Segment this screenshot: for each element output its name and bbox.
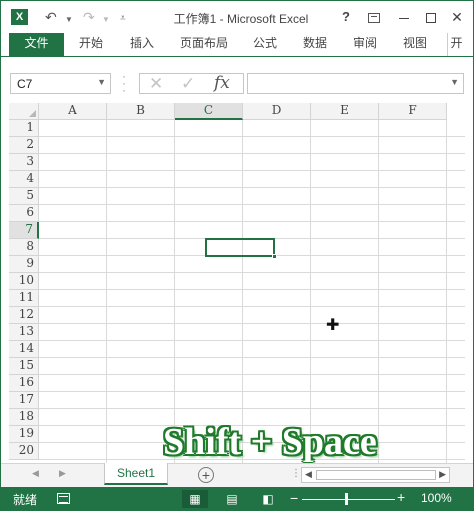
active-cell-c7[interactable] [205, 238, 277, 259]
page-layout-view-button[interactable]: ▤ [219, 490, 245, 508]
ribbon-display-options-button[interactable] [362, 6, 386, 28]
row-header-16[interactable]: 16 [9, 375, 39, 392]
row-header-4[interactable]: 4 [9, 171, 39, 188]
column-header-e[interactable]: E [311, 103, 379, 120]
expand-formula-bar-icon[interactable]: ▼ [450, 77, 459, 87]
customize-quick-access-icon[interactable]: ⩡ [120, 10, 126, 28]
row-header-17[interactable]: 17 [9, 392, 39, 409]
row-header-18[interactable]: 18 [9, 409, 39, 426]
tab-file[interactable]: 文件 [9, 33, 64, 56]
zoom-in-icon[interactable]: + [397, 489, 405, 505]
row-header-15[interactable]: 15 [9, 358, 39, 375]
tab-home[interactable]: 开始 [74, 33, 108, 56]
scroll-right-icon[interactable]: ▶ [439, 469, 446, 480]
row-header-14[interactable]: 14 [9, 341, 39, 358]
previous-sheet-icon[interactable]: ◀ [32, 468, 39, 479]
column-header-d[interactable]: D [243, 103, 311, 120]
ribbon-tabs: 文件 开始 插入 页面布局 公式 数据 审阅 视图 开 [1, 33, 473, 56]
row-header-20[interactable]: 20 [9, 443, 39, 460]
undo-dropdown-icon[interactable]: ▼ [65, 11, 73, 29]
macro-recording-icon[interactable] [57, 493, 70, 504]
sheet-bar-resize-handle[interactable]: ⋮ [291, 468, 301, 479]
zoom-level[interactable]: 100% [421, 491, 452, 505]
horizontal-scroll-thumb[interactable] [316, 470, 436, 480]
close-icon: ✕ [451, 9, 463, 25]
horizontal-scrollbar[interactable]: ◀ ▶ [301, 467, 450, 483]
ribbon-options-icon [368, 13, 380, 23]
select-all-button[interactable] [9, 103, 39, 120]
tab-insert[interactable]: 插入 [125, 33, 159, 56]
tab-review[interactable]: 审阅 [348, 33, 382, 56]
add-sheet-icon[interactable]: + [198, 467, 214, 483]
status-ready: 就绪 [13, 493, 38, 507]
name-box[interactable]: C7 ▼ [10, 73, 111, 94]
row-header-13[interactable]: 13 [9, 324, 39, 341]
tab-developer[interactable]: 开 [447, 33, 465, 56]
minimize-button[interactable] [392, 6, 416, 28]
column-header-a[interactable]: A [39, 103, 107, 120]
vertical-scrollbar[interactable] [465, 103, 473, 463]
row-header-10[interactable]: 10 [9, 273, 39, 290]
tab-formulas[interactable]: 公式 [248, 33, 282, 56]
sheet-tab-bar: ◀ ▶ Sheet1 + ⋮ ◀ ▶ [1, 463, 473, 487]
row-header-1[interactable]: 1 [9, 120, 39, 137]
column-headers: ABCDEF [39, 103, 465, 120]
row-header-11[interactable]: 11 [9, 290, 39, 307]
formula-bar-resize-handle[interactable]: · · · [121, 72, 127, 97]
worksheet-grid: ABCDEF 1 2 3 4 5 6 7 8 9 10 11 12 13 14 15 16 17 18 19 20 ✚… [9, 103, 465, 463]
page-break-icon: ◧ [262, 492, 274, 506]
fill-handle[interactable] [272, 254, 277, 259]
row-header-19[interactable]: 19 [9, 426, 39, 443]
zoom-slider-thumb[interactable] [345, 493, 348, 505]
column-header-f[interactable]: F [379, 103, 447, 120]
column-header-b[interactable]: B [107, 103, 175, 120]
mouse-cursor-cross-icon: ✚ [326, 315, 340, 334]
maximize-icon [426, 13, 436, 24]
row-header-3[interactable]: 3 [9, 154, 39, 171]
cell-area[interactable]: ✚ Shift + Space [39, 120, 465, 463]
excel-logo-icon: X [11, 9, 28, 25]
window-title: 工作簿1 - Microsoft Excel [173, 12, 309, 26]
zoom-out-icon[interactable]: − [290, 490, 298, 506]
enter-check-icon[interactable]: ✓ [181, 74, 195, 93]
name-box-value: C7 [17, 77, 33, 91]
tab-page-layout[interactable]: 页面布局 [176, 33, 232, 56]
row-header-9[interactable]: 9 [9, 256, 39, 273]
row-header-6[interactable]: 6 [9, 205, 39, 222]
formula-input[interactable]: ▼ [247, 73, 464, 94]
formula-bar-buttons: ✕ ✓ fx [139, 73, 244, 94]
row-header-8[interactable]: 8 [9, 239, 39, 256]
row-header-2[interactable]: 2 [9, 137, 39, 154]
row-header-7[interactable]: 7 [9, 222, 39, 239]
column-header-c[interactable]: C [175, 103, 243, 120]
keyboard-shortcut-overlay: Shift + Space [163, 421, 377, 463]
row-header-5[interactable]: 5 [9, 188, 39, 205]
excel-window: X ↶ ▼ ↷ ▼ ⩡ 工作簿1 - Microsoft Excel ? ✕ 文… [0, 0, 474, 511]
sheet-tab-sheet1[interactable]: Sheet1 [104, 463, 168, 485]
page-break-view-button[interactable]: ◧ [255, 490, 281, 508]
tab-view[interactable]: 视图 [398, 33, 432, 56]
chevron-down-icon[interactable]: ▼ [97, 77, 106, 87]
minimize-icon [399, 17, 409, 19]
grid-view-icon: ▦ [189, 492, 201, 506]
help-button[interactable]: ? [334, 6, 358, 28]
cancel-icon[interactable]: ✕ [149, 74, 163, 93]
select-all-triangle-icon [29, 110, 36, 117]
scroll-left-icon[interactable]: ◀ [305, 469, 312, 480]
maximize-button[interactable] [419, 6, 443, 28]
close-button[interactable]: ✕ [445, 6, 469, 28]
tab-data[interactable]: 数据 [298, 33, 332, 56]
title-bar: X ↶ ▼ ↷ ▼ ⩡ 工作簿1 - Microsoft Excel ? ✕ [1, 1, 473, 33]
row-header-12[interactable]: 12 [9, 307, 39, 324]
page-layout-icon: ▤ [226, 492, 238, 506]
normal-view-button[interactable]: ▦ [182, 490, 208, 508]
status-bar: 就绪 ▦ ▤ ◧ − + 100% [1, 487, 473, 511]
formula-bar-area: C7 ▼ · · · ✕ ✓ fx ▼ [1, 57, 473, 103]
undo-icon[interactable]: ↶ [45, 8, 57, 26]
insert-function-icon[interactable]: fx [214, 74, 230, 93]
redo-dropdown-icon[interactable]: ▼ [102, 11, 110, 29]
zoom-slider[interactable] [302, 499, 395, 500]
next-sheet-icon[interactable]: ▶ [59, 468, 66, 479]
redo-icon[interactable]: ↷ [83, 8, 95, 26]
